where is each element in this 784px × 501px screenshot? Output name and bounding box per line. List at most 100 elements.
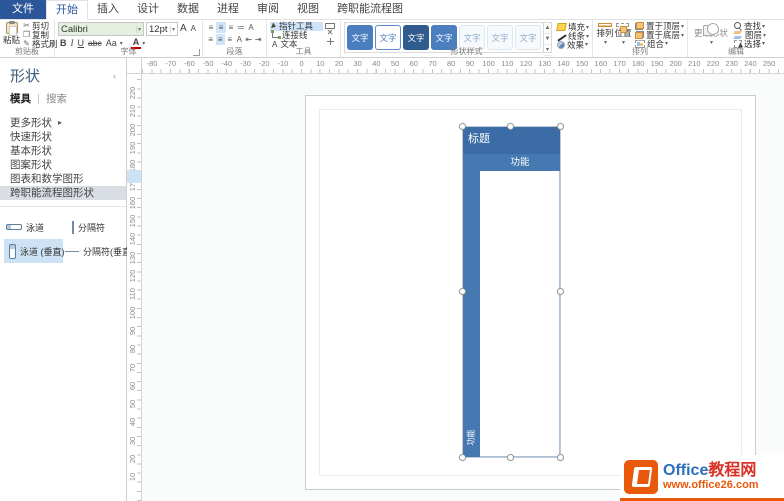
horizontal-ruler[interactable]: -80 -70 -60 -50 -40 -30 -20 -10 0 10 20 30 40 50 60 70 8… xyxy=(142,58,784,74)
clipboard-icon xyxy=(5,21,18,36)
ruler-label: 220 xyxy=(128,86,137,100)
align-top-icon[interactable]: ≡ xyxy=(206,22,216,33)
ribbon-tab[interactable]: 设计 xyxy=(128,0,168,19)
align-right-icon[interactable]: ≡ xyxy=(225,34,235,45)
selection-handle[interactable] xyxy=(459,454,466,461)
paste-button[interactable]: 粘贴 xyxy=(3,21,20,46)
ruler-label: 250 xyxy=(762,59,776,68)
ruler-label: 150 xyxy=(128,214,137,228)
shape-styles-group: 文字文字文字文字文字文字文字 ▲ ▼ ▾ 填充 线条 效果 形状样式 xyxy=(341,20,593,57)
connection-point-x-icon[interactable]: ✕ xyxy=(327,29,334,37)
ruler-label: 140 xyxy=(128,233,137,246)
stencil-shape-icon xyxy=(6,224,22,230)
ribbon-tab[interactable]: 审阅 xyxy=(248,0,288,19)
lane-body[interactable] xyxy=(480,171,560,457)
ribbon-tab[interactable]: 开始 xyxy=(46,0,88,20)
ruler-label: 160 xyxy=(594,59,608,68)
ruler-label: -10 xyxy=(277,59,289,68)
selection-handle[interactable] xyxy=(557,288,564,295)
lane-header[interactable]: 功能 xyxy=(480,154,560,171)
selection-handle[interactable] xyxy=(557,123,564,130)
swimlane-side-strip[interactable]: 功能 xyxy=(463,154,480,457)
watermark: Office教程网 www.office26.com xyxy=(620,455,784,501)
pasteboard[interactable]: 标题 功能 功能 xyxy=(142,74,784,501)
selection-handle[interactable] xyxy=(507,123,514,130)
ribbon-tab[interactable]: 视图 xyxy=(288,0,328,19)
shrink-font-button[interactable]: A xyxy=(189,23,198,35)
stencil-shape[interactable]: 分隔符 xyxy=(63,215,122,239)
increase-indent-icon[interactable]: ⇥ xyxy=(254,34,264,45)
stencil-shape[interactable]: 泳道 (垂直) xyxy=(4,239,65,263)
ruler-label: 130 xyxy=(128,251,137,264)
stencil-list-item[interactable]: 基本形状 xyxy=(0,144,126,158)
ruler-label: 200 xyxy=(128,123,137,136)
bullets-icon[interactable]: ≔ xyxy=(236,22,246,33)
office-logo-icon xyxy=(624,459,658,494)
ribbon-tab[interactable]: 插入 xyxy=(88,0,128,19)
selection-handle[interactable] xyxy=(557,454,564,461)
selection-handle[interactable] xyxy=(507,454,514,461)
rotate-text-icon[interactable]: A xyxy=(246,22,256,33)
stencil-list-item[interactable]: 图案形状 xyxy=(0,158,126,172)
font-family-combobox[interactable]: Calibri ▾ xyxy=(58,22,144,36)
ruler-label: 180 xyxy=(631,59,645,68)
decrease-indent-icon[interactable]: ⇤ xyxy=(244,34,254,45)
copy-icon: ❐ xyxy=(22,30,31,40)
ribbon-tab[interactable]: 进程 xyxy=(208,0,248,19)
find-icon xyxy=(734,22,742,30)
ruler-label: 100 xyxy=(482,59,495,68)
change-shape-caret-icon xyxy=(710,39,713,46)
drawing-canvas[interactable]: -80 -70 -60 -50 -40 -30 -20 -10 0 10 20 30 40 50 60 70 8… xyxy=(127,58,784,501)
align-center-icon[interactable]: ≡ xyxy=(215,34,225,45)
align-left-icon[interactable]: ≡ xyxy=(206,34,216,45)
ruler-label: 120 xyxy=(128,269,137,283)
stencil-shape-icon xyxy=(65,250,79,252)
align-bottom-icon[interactable]: ≡ xyxy=(226,22,236,33)
position-button[interactable]: 位置 xyxy=(614,22,632,46)
text-direction-icon[interactable]: A xyxy=(235,34,245,45)
ribbon-tab[interactable]: 数据 xyxy=(168,0,208,19)
ruler-label: 90 xyxy=(128,326,137,336)
connection-point-tool-icon[interactable] xyxy=(326,37,335,45)
align-middle-icon[interactable]: ≡ xyxy=(216,22,226,33)
shape-styles-group-label: 形状样式 xyxy=(450,47,483,56)
stencil-list-item[interactable]: 快速形状 xyxy=(0,130,126,144)
selection-handle[interactable] xyxy=(459,123,466,130)
stencil-list-item[interactable]: 更多形状 xyxy=(0,116,126,130)
selection-handle[interactable] xyxy=(459,288,466,295)
ribbon-tab[interactable]: 跨职能流程图 xyxy=(328,0,412,19)
stencil-list-item[interactable]: 跨职能流程图形状 xyxy=(0,186,126,200)
collapse-panel-icon[interactable]: ‹ xyxy=(113,71,116,81)
connector-icon xyxy=(271,30,281,40)
arrange-button[interactable]: 排列 xyxy=(596,22,614,46)
paragraph-group: ≡ ≡ ≡ ≔ A ≡ ≡ ≡ A ⇤ ⇥ 段落 xyxy=(203,20,267,57)
font-dialog-launcher-icon[interactable] xyxy=(193,49,200,56)
ruler-label: 220 xyxy=(706,59,720,68)
gallery-down-icon[interactable]: ▼ xyxy=(544,34,551,45)
swimlane-shape[interactable]: 标题 功能 功能 xyxy=(459,123,564,461)
ruler-label: 130 xyxy=(538,59,551,68)
swimlane-title-bar[interactable]: 标题 xyxy=(463,127,560,154)
ruler-label: 170 xyxy=(613,59,626,68)
stencil-shape-gallery: 泳道 分隔符 泳道 (垂直) 分隔符(垂直) xyxy=(0,215,134,263)
stencil-shape[interactable]: 泳道 xyxy=(4,215,63,239)
stencil-shape[interactable]: 分隔符(垂直) xyxy=(63,239,134,263)
vertical-ruler[interactable]: 220 210 200 190 180 170 160 150 140 130 120 110 100 9… xyxy=(127,74,142,501)
tab-search[interactable]: 搜索 xyxy=(46,91,67,106)
font-size-combobox[interactable]: 12pt ▾ xyxy=(146,22,178,36)
ruler-label: -70 xyxy=(165,59,177,68)
change-shape-button[interactable]: 更改形状 xyxy=(691,22,731,46)
tab-stencils[interactable]: 模具 xyxy=(10,91,31,106)
stencil-list-item[interactable]: 图表和数学图形 xyxy=(0,172,126,186)
ruler-label: -20 xyxy=(258,59,270,68)
arrange-caret-icon xyxy=(604,39,607,46)
tools-group-label: 工具 xyxy=(295,47,312,56)
grow-font-button[interactable]: A xyxy=(178,23,189,35)
ribbon-tab[interactable]: 文件 xyxy=(0,0,46,19)
ribbon-tab-bar: 文件 开始 插入 设计 数据 进程 审阅 视图 跨职能流程图 xyxy=(0,0,784,20)
position-icon xyxy=(616,23,630,33)
ribbon: 粘贴 ✂ 剪切 ❐ 复制 ✎ 格式刷 剪贴板 Calibri ▾ 12pt ▾ A A B… xyxy=(0,20,784,58)
gallery-up-icon[interactable]: ▲ xyxy=(544,23,551,34)
ruler-label: 50 xyxy=(390,59,400,68)
ruler-label: 100 xyxy=(128,306,137,319)
